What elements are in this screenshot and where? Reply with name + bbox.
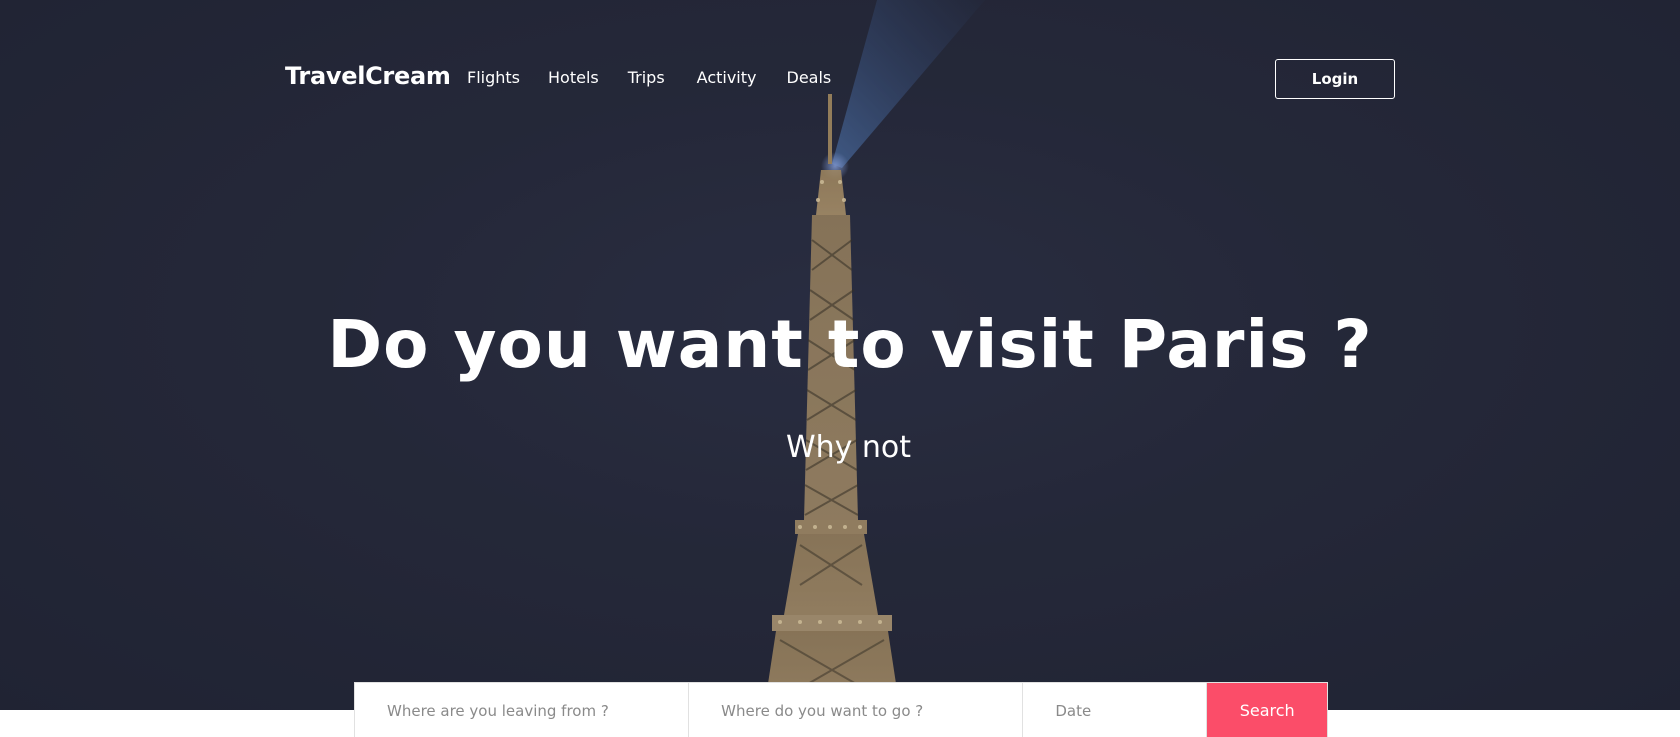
main-nav: Flights Hotels Trips Activity Deals xyxy=(467,68,831,87)
login-button[interactable]: Login xyxy=(1275,59,1395,99)
hero-title: Do you want to visit Paris ? xyxy=(327,306,1373,383)
brand-logo[interactable]: TravelCream xyxy=(285,62,451,90)
hero-section: TravelCream Flights Hotels Trips Activit… xyxy=(0,0,1680,710)
nav-item-trips[interactable]: Trips xyxy=(628,68,665,87)
page: TravelCream Flights Hotels Trips Activit… xyxy=(0,0,1680,737)
destination-input[interactable] xyxy=(689,683,1024,737)
nav-item-deals[interactable]: Deals xyxy=(787,68,832,87)
nav-item-hotels[interactable]: Hotels xyxy=(548,68,599,87)
top-navbar: TravelCream Flights Hotels Trips Activit… xyxy=(285,56,1395,102)
nav-item-activity[interactable]: Activity xyxy=(697,68,757,87)
origin-input[interactable] xyxy=(355,683,690,737)
search-button[interactable]: Search xyxy=(1207,683,1328,737)
nav-item-flights[interactable]: Flights xyxy=(467,68,520,87)
search-bar: Search xyxy=(354,682,1328,737)
hero-subtitle: Why not xyxy=(785,430,912,465)
date-input[interactable] xyxy=(1023,683,1208,737)
